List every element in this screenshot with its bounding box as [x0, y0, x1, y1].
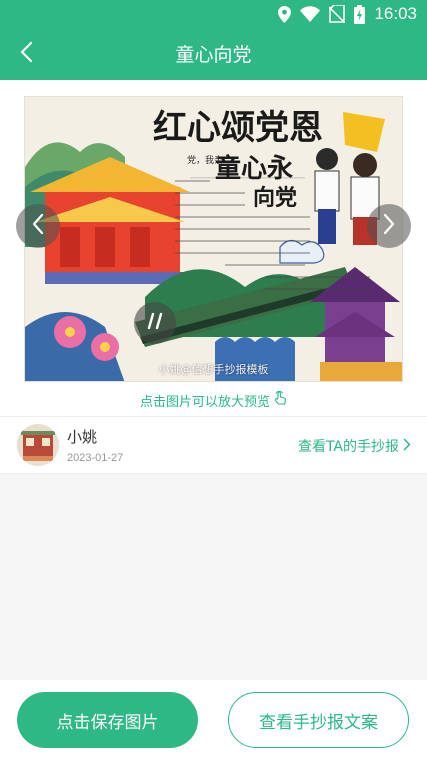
view-author-posters-label: 查看TA的手抄报 — [297, 439, 399, 455]
author-date: 2023-01-27 — [67, 452, 124, 464]
poster-headline: 红心颂党恩 — [153, 108, 323, 148]
author-name: 小姚 — [67, 428, 98, 446]
battery-charging-icon — [354, 4, 366, 24]
image-watermark: 小姚@信想手抄报模板 — [158, 363, 269, 376]
zoom-hint-text: 点击图片可以放大预览 — [139, 395, 270, 410]
status-icons: 16:03 — [278, 4, 417, 24]
wifi-icon — [300, 6, 321, 22]
prev-image-button[interactable] — [16, 204, 60, 248]
content-background — [0, 474, 427, 680]
poster-subhead-2: 向党 — [253, 185, 297, 211]
location-icon — [278, 5, 292, 23]
author-row: 小姚 2023-01-27 查看TA的手抄报 — [0, 416, 427, 474]
status-bar: 16:03 — [0, 0, 427, 28]
chevron-left-icon — [31, 213, 45, 239]
next-image-button[interactable] — [367, 204, 411, 248]
tap-hand-icon — [274, 390, 287, 410]
chevron-right-icon — [382, 213, 396, 239]
pause-icon — [147, 312, 163, 334]
view-copy-button[interactable]: 查看手抄报文案 — [228, 692, 409, 748]
avatar[interactable] — [17, 424, 59, 466]
chevron-right-icon — [403, 438, 411, 455]
image-viewer: 红心颂党恩 童心永 向党 党，我亲 小姚@信想手抄报模板 点击图片可以放大预览 — [0, 80, 427, 416]
zoom-hint: 点击图片可以放大预览 — [0, 390, 427, 410]
page-title: 童心向党 — [175, 44, 252, 66]
nav-bar: 童心向党 — [0, 28, 427, 80]
view-author-posters-link[interactable]: 查看TA的手抄报 — [298, 436, 411, 456]
pause-button[interactable] — [134, 302, 176, 344]
no-sim-icon — [329, 5, 346, 23]
save-image-button[interactable]: 点击保存图片 — [17, 692, 198, 748]
poster-intro: 党，我亲 — [187, 154, 223, 166]
poster-image[interactable]: 红心颂党恩 童心永 向党 党，我亲 小姚@信想手抄报模板 — [24, 96, 403, 382]
poster-subhead-1: 童心永 — [215, 153, 293, 184]
main-content: 红心颂党恩 童心永 向党 党，我亲 小姚@信想手抄报模板 点击图片可以放大预览 … — [0, 80, 427, 680]
bottom-action-bar: 点击保存图片 查看手抄报文案 — [0, 680, 427, 760]
status-time: 16:03 — [374, 4, 417, 23]
